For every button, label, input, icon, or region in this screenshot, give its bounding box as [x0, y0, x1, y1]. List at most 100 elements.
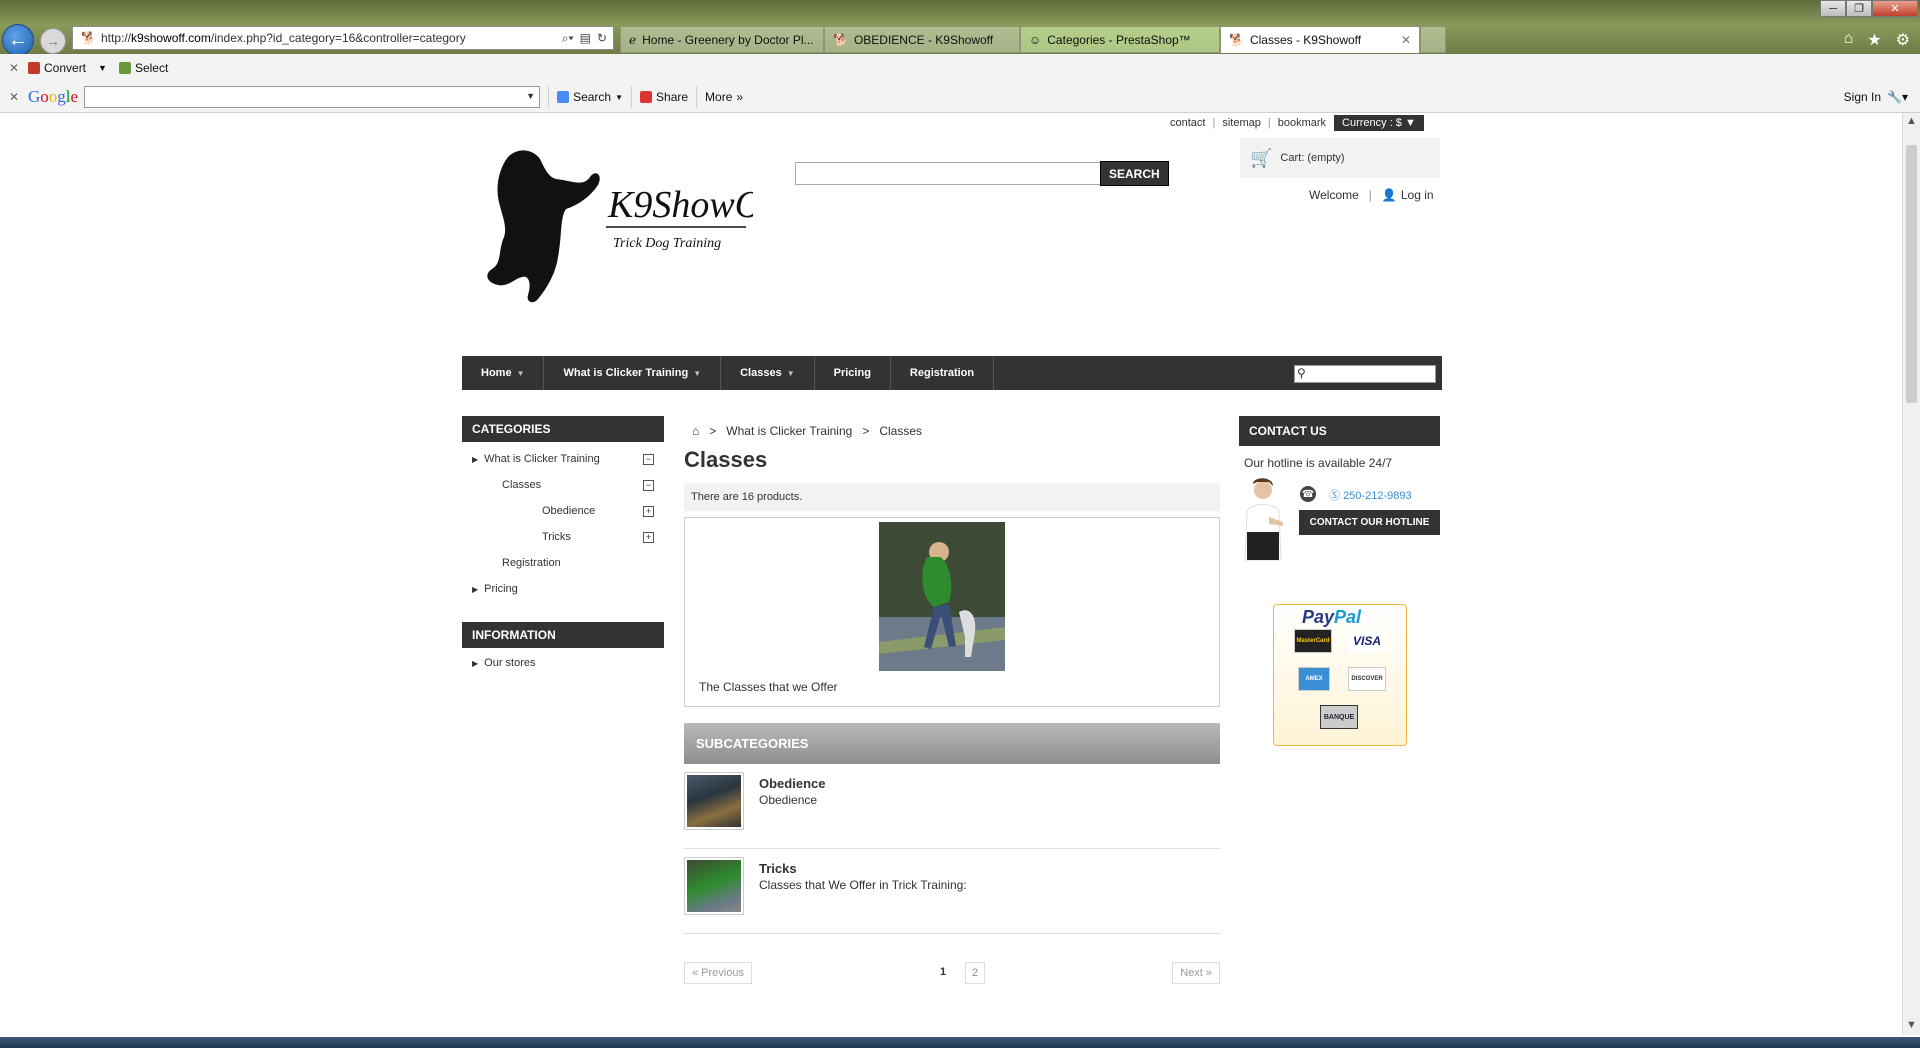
description-text: The Classes that we Offer: [699, 680, 838, 694]
subcategory-thumbnail[interactable]: [684, 857, 744, 915]
subcategory-item[interactable]: Tricks Classes that We Offer in Trick Tr…: [684, 849, 1220, 934]
search-input[interactable]: [795, 162, 1101, 185]
category-tricks[interactable]: Tricks +: [462, 524, 664, 550]
magnifier-icon: ⚲: [1297, 366, 1306, 380]
home-icon[interactable]: ⌂: [1844, 30, 1854, 50]
info-our-stores[interactable]: ▶ Our stores: [462, 650, 664, 676]
contact-link[interactable]: contact: [1170, 117, 1205, 129]
tab-obedience[interactable]: 🐕 OBEDIENCE - K9Showoff: [824, 26, 1020, 53]
address-bar[interactable]: 🐕 http://k9showoff.com/index.php?id_cate…: [72, 26, 614, 50]
arrow-right-icon: ▶: [472, 584, 479, 594]
left-column: CATEGORIES ▶ What is Clicker Training − C…: [462, 416, 664, 676]
expand-icon[interactable]: +: [643, 532, 654, 543]
minimize-button[interactable]: ─: [1820, 0, 1846, 17]
share-button[interactable]: Share: [631, 86, 696, 108]
previous-page-button[interactable]: « Previous: [684, 962, 752, 984]
phone-number[interactable]: Ⓢ 250-212-9893: [1329, 487, 1412, 503]
convert-dropdown[interactable]: ▼: [98, 63, 107, 73]
category-description: The Classes that we Offer: [684, 517, 1220, 707]
cart-icon: 🛒: [1250, 147, 1273, 168]
url-text[interactable]: http://k9showoff.com/index.php?id_catego…: [101, 31, 562, 45]
category-obedience[interactable]: Obedience +: [462, 498, 664, 524]
currency-select[interactable]: Currency : $ ▼: [1334, 115, 1424, 131]
user-info: Welcome | 👤 Log in: [1309, 188, 1434, 202]
tools-gear-icon[interactable]: ⚙: [1896, 30, 1910, 50]
collapse-icon[interactable]: −: [643, 454, 654, 465]
tab-prestashop[interactable]: ☺ Categories - PrestaShop™: [1020, 26, 1220, 53]
maximize-button[interactable]: ❐: [1846, 0, 1872, 17]
sign-in-link[interactable]: Sign In: [1844, 90, 1881, 104]
home-icon[interactable]: ⌂: [692, 424, 699, 438]
google-search-input[interactable]: ▼: [84, 86, 541, 108]
search-button[interactable]: SEARCH: [1100, 161, 1169, 186]
wrench-icon[interactable]: 🔧▾: [1887, 90, 1908, 104]
vertical-scrollbar[interactable]: ▲ ▼: [1902, 113, 1920, 1035]
browser-title-bar: ← → 🐕 http://k9showoff.com/index.php?id_…: [0, 0, 1920, 56]
menu-item-home[interactable]: Home ▼: [462, 356, 545, 390]
page-1: 1: [940, 966, 947, 978]
banque-icon: BANQUE: [1320, 705, 1358, 729]
search-icon[interactable]: ⌕▾: [562, 31, 574, 46]
contact-hotline-button[interactable]: CONTACT OUR HOTLINE: [1299, 510, 1440, 535]
bookmark-link[interactable]: bookmark: [1278, 117, 1326, 129]
refresh-icon[interactable]: ↻: [597, 31, 607, 46]
subcategories-title: SUBCATEGORIES: [684, 723, 1220, 764]
collapse-icon[interactable]: −: [643, 480, 654, 491]
tab-classes[interactable]: 🐕 Classes - K9Showoff ✕: [1220, 26, 1420, 53]
paypal-block[interactable]: PayPal MasterCard VISA AMEX DISCOVER BAN…: [1273, 604, 1407, 746]
category-clicker-training[interactable]: ▶ What is Clicker Training −: [462, 446, 664, 472]
tab-greenery[interactable]: ℯ Home - Greenery by Doctor Pl...: [620, 26, 824, 53]
more-button[interactable]: More»: [696, 86, 751, 108]
discover-icon: DISCOVER: [1348, 667, 1386, 691]
chevron-down-icon[interactable]: ▼: [526, 91, 535, 101]
category-pricing[interactable]: ▶ Pricing: [462, 576, 664, 602]
header-links: contact | sitemap | bookmark Currency : …: [1170, 115, 1424, 131]
sitemap-link[interactable]: sitemap: [1222, 117, 1261, 129]
cart-label: Cart: (empty): [1280, 152, 1345, 164]
forward-button[interactable]: →: [40, 28, 66, 54]
new-tab-button[interactable]: [1420, 26, 1446, 53]
category-registration[interactable]: Registration: [462, 550, 664, 576]
google-search-button[interactable]: Search ▼: [548, 86, 631, 108]
next-page-button[interactable]: Next »: [1172, 962, 1220, 984]
page-title: Classes: [684, 447, 768, 472]
svg-text:Trick Dog Training: Trick Dog Training: [613, 236, 721, 251]
scroll-down-icon[interactable]: ▼: [1903, 1019, 1920, 1031]
prestashop-icon: ☺: [1029, 32, 1042, 47]
convert-button[interactable]: Convert: [28, 61, 86, 75]
subcategory-name[interactable]: Tricks: [759, 861, 797, 876]
google-search-icon: [557, 91, 570, 103]
site-favicon-icon: 🐕: [833, 32, 848, 47]
subcategory-item[interactable]: Obedience Obedience: [684, 764, 1220, 849]
scroll-up-icon[interactable]: ▲: [1903, 115, 1920, 127]
close-tab-icon[interactable]: ✕: [1393, 33, 1411, 47]
menu-item-clicker-training[interactable]: What is Clicker Training ▼: [544, 356, 722, 390]
category-classes[interactable]: Classes −: [462, 472, 664, 498]
close-toolbar-icon[interactable]: ✕: [0, 61, 28, 75]
scrollbar-thumb[interactable]: [1906, 145, 1917, 403]
favorites-star-icon[interactable]: ★: [1867, 30, 1881, 50]
close-toolbar-icon[interactable]: ✕: [0, 90, 28, 104]
menu-item-pricing[interactable]: Pricing: [815, 356, 891, 390]
compatibility-icon[interactable]: ▤: [580, 31, 591, 46]
chevron-down-icon: ▼: [786, 368, 795, 378]
hotline-text: Our hotline is available 24/7: [1244, 456, 1393, 470]
arrow-right-icon: ▶: [472, 454, 479, 464]
cart-block[interactable]: 🛒 Cart: (empty): [1240, 138, 1440, 178]
menu-search-input[interactable]: ⚲: [1294, 365, 1436, 383]
back-button[interactable]: ←: [2, 24, 34, 56]
menu-item-classes[interactable]: Classes ▼: [721, 356, 815, 390]
select-button[interactable]: Select: [118, 61, 168, 75]
category-image: [879, 522, 1005, 671]
login-link[interactable]: Log in: [1401, 188, 1434, 202]
skype-icon: Ⓢ: [1329, 490, 1340, 502]
breadcrumb-clicker-training[interactable]: What is Clicker Training: [726, 424, 852, 438]
close-window-button[interactable]: ✕: [1872, 0, 1918, 17]
support-agent-image: [1244, 478, 1283, 561]
site-logo[interactable]: K9ShowOff Trick Dog Training: [478, 147, 753, 307]
menu-item-registration[interactable]: Registration: [891, 356, 995, 390]
page-2[interactable]: 2: [965, 962, 986, 984]
expand-icon[interactable]: +: [643, 506, 654, 517]
subcategory-name[interactable]: Obedience: [759, 776, 825, 791]
subcategory-thumbnail[interactable]: [684, 772, 744, 830]
